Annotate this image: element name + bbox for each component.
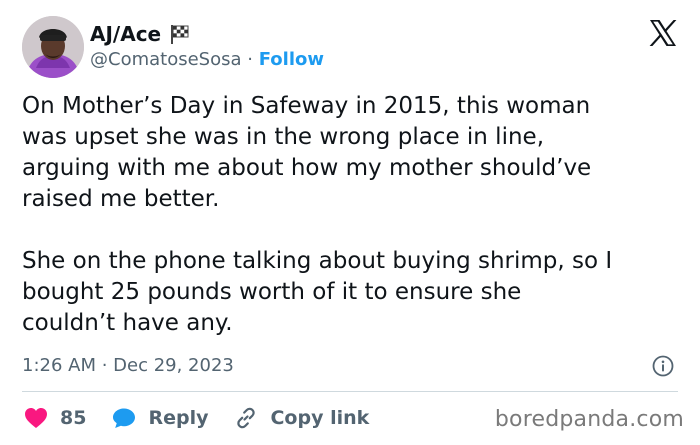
tweet-timestamp[interactable]: 1:26 AM · Dec 29, 2023 (22, 354, 234, 378)
like-count: 85 (60, 407, 87, 429)
tweet-paragraph-2: She on the phone talking about buying sh… (22, 248, 613, 336)
reply-label: Reply (148, 407, 209, 429)
divider (22, 391, 678, 392)
tweet-paragraph-1: On Mother’s Day in Safeway in 2015, this… (22, 93, 592, 212)
link-icon (237, 407, 256, 429)
x-logo-icon[interactable] (648, 18, 678, 48)
checkered-flag-icon (169, 23, 191, 45)
reply-button[interactable]: Reply (112, 407, 208, 429)
follow-button[interactable]: Follow (259, 49, 324, 70)
handle-separator: · (247, 49, 253, 70)
tweet-text: On Mother’s Day in Safeway in 2015, this… (22, 91, 687, 339)
heart-icon (25, 408, 47, 428)
watermark: boredpanda.com (494, 407, 684, 432)
author-display-name[interactable]: AJ/Ace (90, 21, 161, 47)
info-icon[interactable] (652, 355, 674, 377)
copy-link-button[interactable]: Copy link (234, 406, 369, 430)
author-name-row: AJ/Ace (90, 21, 191, 47)
action-bar: 85 Reply Copy link (24, 404, 369, 432)
copy-link-label: Copy link (270, 407, 370, 429)
author-handle[interactable]: @ComatoseSosa (90, 49, 242, 70)
reply-bubble-icon (113, 408, 136, 428)
avatar-image (22, 16, 84, 78)
author-handle-row: @ComatoseSosa · Follow (90, 48, 324, 72)
avatar[interactable] (22, 16, 84, 78)
like-button[interactable]: 85 (24, 407, 86, 429)
